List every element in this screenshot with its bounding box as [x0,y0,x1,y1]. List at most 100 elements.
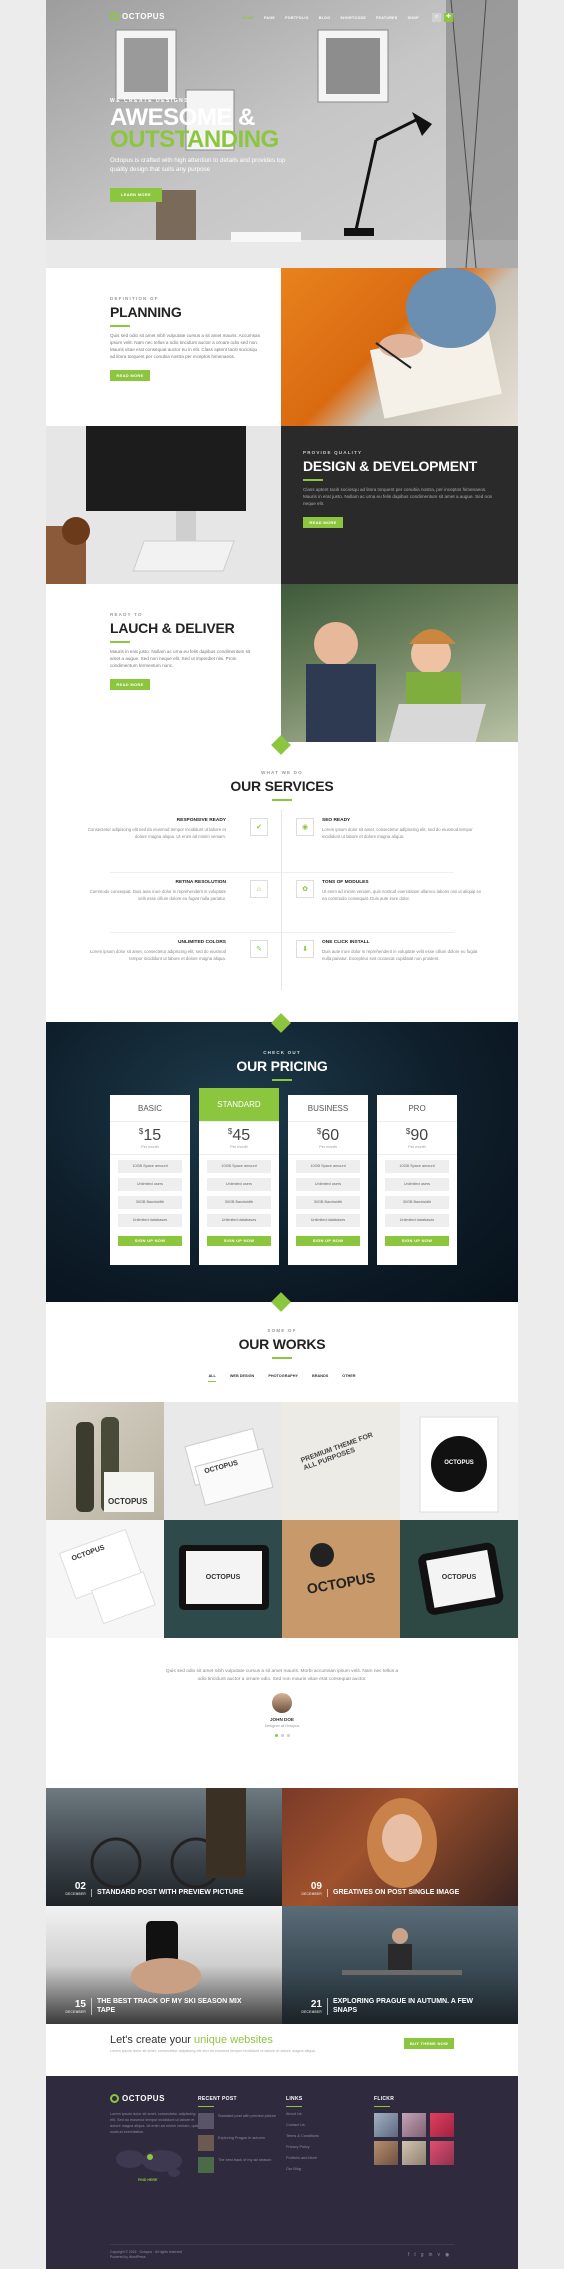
footer-recent-item[interactable]: Standard post with preview picture [198,2113,278,2129]
plan-name: STANDARD [199,1088,279,1121]
menu-item-page[interactable]: PAGE [264,16,275,20]
buy-theme-button[interactable]: BUY THEME NOW [404,2038,454,2049]
pagination-dot[interactable] [274,1734,278,1737]
planning-title: PLANNING [110,304,182,320]
launch-text: Mauris in erat justo. Nullam ac urna eu … [110,648,251,668]
cta-highlight: unique websites [194,2034,273,2046]
menu-item-home[interactable]: HOME [242,16,254,20]
planning-read-more-button[interactable]: READ MORE [110,370,150,382]
menu-item-blog[interactable]: BLOG [319,16,331,20]
post-day: 15 [74,1999,86,2010]
filter-brands[interactable]: BRANDS [312,1374,328,1382]
title-underline [272,799,292,801]
rss-icon[interactable]: ◉ [445,2252,449,2258]
price-period: Per month [230,1145,248,1149]
footer-link[interactable]: About Us [286,2111,356,2117]
planning-photo [281,268,518,426]
portfolio-item[interactable]: OCTOPUS [400,1402,518,1520]
flickr-thumbnail[interactable] [402,2113,426,2137]
footer-link[interactable]: Terms & Conditions [286,2133,356,2139]
footer-title-underline [374,2106,390,2107]
menu-item-shortcode[interactable]: SHORTCODE [340,16,366,20]
portfolio-item[interactable]: OCTOPUS [46,1520,164,1638]
planning-section: DEFINITION OF PLANNING Quis sed odio sit… [46,268,281,426]
portfolio-item[interactable]: OCTOPUS [400,1520,518,1638]
title-underline [272,1357,292,1359]
service-text: Ut enim ad minim veniam, quis nostrud ex… [322,889,482,901]
linkedin-icon[interactable]: in [429,2252,433,2258]
cta-subtext: Lorem ipsum dolor sit amet, consectetur … [110,2049,316,2053]
twitter-icon[interactable]: t [414,2252,415,2258]
service-seo: SEO READY Lorem ipsum dolor sit amet, co… [322,818,486,840]
plan-feature: 10GB Space amount [296,1160,360,1173]
price-amount: 15 [143,1127,162,1144]
title-underline [110,641,130,643]
menu-item-shop[interactable]: SHOP [408,16,419,20]
portfolio-item[interactable]: OCTOPUS [164,1402,282,1520]
flickr-thumbnail[interactable] [430,2113,454,2137]
post-month: DECEMBER [65,2010,86,2014]
filter-all[interactable]: ALL [208,1374,216,1382]
facebook-icon[interactable]: f [408,2252,409,2258]
post-title: STANDARD POST WITH PREVIEW PICTURE [91,1888,261,1897]
design-read-more-button[interactable]: READ MORE [303,517,343,529]
footer-recent-item[interactable]: The best track of my ski season [198,2157,278,2173]
brand-name: OCTOPUS [122,12,165,21]
top-navigation: OCTOPUS HOME PAGE PORTFOLIO BLOG SHORTCO… [46,0,518,36]
flickr-thumbnail[interactable] [374,2113,398,2137]
blog-post[interactable]: 21 DECEMBER EXPLORING PRAGUE IN AUTUMN. A… [282,1906,518,2024]
search-icon[interactable]: ⌕ [432,13,441,22]
sign-up-button[interactable]: SIGN UP NOW [207,1236,271,1246]
footer-link[interactable]: Contact Us [286,2122,356,2128]
pagination-dot[interactable] [280,1734,284,1737]
portfolio-item[interactable]: OCTOPUS [46,1402,164,1520]
price-period: Per month [141,1145,159,1149]
blog-post[interactable]: 09 DECEMBER GREATIVES ON POST SINGLE IMAG… [282,1788,518,1906]
flickr-gallery [374,2113,458,2165]
flickr-thumbnail[interactable] [374,2141,398,2165]
launch-read-more-button[interactable]: READ MORE [110,679,150,691]
footer-logo[interactable]: OCTOPUS [110,2094,200,2103]
filter-photography[interactable]: PHOTOGRAPHY [268,1374,298,1382]
footer-recent-item[interactable]: Exploring Prague in autumn [198,2135,278,2151]
flickr-thumbnail[interactable] [402,2141,426,2165]
cart-icon[interactable]: ✚ [444,13,453,22]
service-text: Consectetur adipiscing elit sed do eiusm… [87,827,226,839]
sign-up-button[interactable]: SIGN UP NOW [385,1236,449,1246]
planning-text: Quis sed odio sit amet nibh vulputate cu… [110,332,261,360]
design-photo [46,426,281,584]
filter-web-design[interactable]: WEB DESIGN [230,1374,254,1382]
filter-other[interactable]: OTHER [342,1374,355,1382]
vimeo-icon[interactable]: v [437,2252,440,2258]
blog-post[interactable]: 02 DECEMBER STANDARD POST WITH PREVIEW PI… [46,1788,282,1906]
footer-link[interactable]: Portfolio and More [286,2155,356,2161]
footer-copyright: Copyright © 2015 · Octopus · All rights … [110,2250,182,2260]
sign-up-button[interactable]: SIGN UP NOW [296,1236,360,1246]
portfolio-item[interactable]: OCTOPUS [164,1520,282,1638]
brush-icon: ✎ [250,940,268,958]
post-thumbnail [198,2113,214,2129]
portfolio-item[interactable]: PREMIUM THEME FOR ALL PURPOSES [282,1402,400,1520]
plan-price: $45 Per month [199,1121,279,1155]
footer-link[interactable]: Privacy Policy [286,2144,356,2150]
portfolio-item[interactable]: OCTOPUS [282,1520,400,1638]
menu-item-features[interactable]: FEATURES [376,16,398,20]
menu-item-portfolio[interactable]: PORTFOLIO [285,16,309,20]
plan-feature: Unlimited users [207,1178,271,1191]
plan-feature: Unlimited databases [118,1214,182,1227]
services-row-divider [110,932,454,933]
cta-text: Let's create your [110,2034,195,2046]
blog-post[interactable]: 15 DECEMBER THE BEST TRACK OF MY SKI SEAS… [46,1906,282,2024]
footer-link[interactable]: Our Blog [286,2166,356,2172]
plan-feature: Unlimited users [296,1178,360,1191]
call-to-action: Let's create your unique websites Lorem … [110,2034,370,2053]
pagination-dot[interactable] [286,1734,290,1737]
octopus-logo-icon [110,2094,119,2103]
brand-logo[interactable]: OCTOPUS [110,12,165,21]
flickr-thumbnail[interactable] [430,2141,454,2165]
home-icon: ⌂ [250,880,268,898]
plan-feature: 30GB Bandwidth [385,1196,449,1209]
google-plus-icon[interactable]: g [421,2252,424,2258]
sign-up-button[interactable]: SIGN UP NOW [118,1236,182,1246]
learn-more-button[interactable]: LEARN MORE [110,188,162,202]
